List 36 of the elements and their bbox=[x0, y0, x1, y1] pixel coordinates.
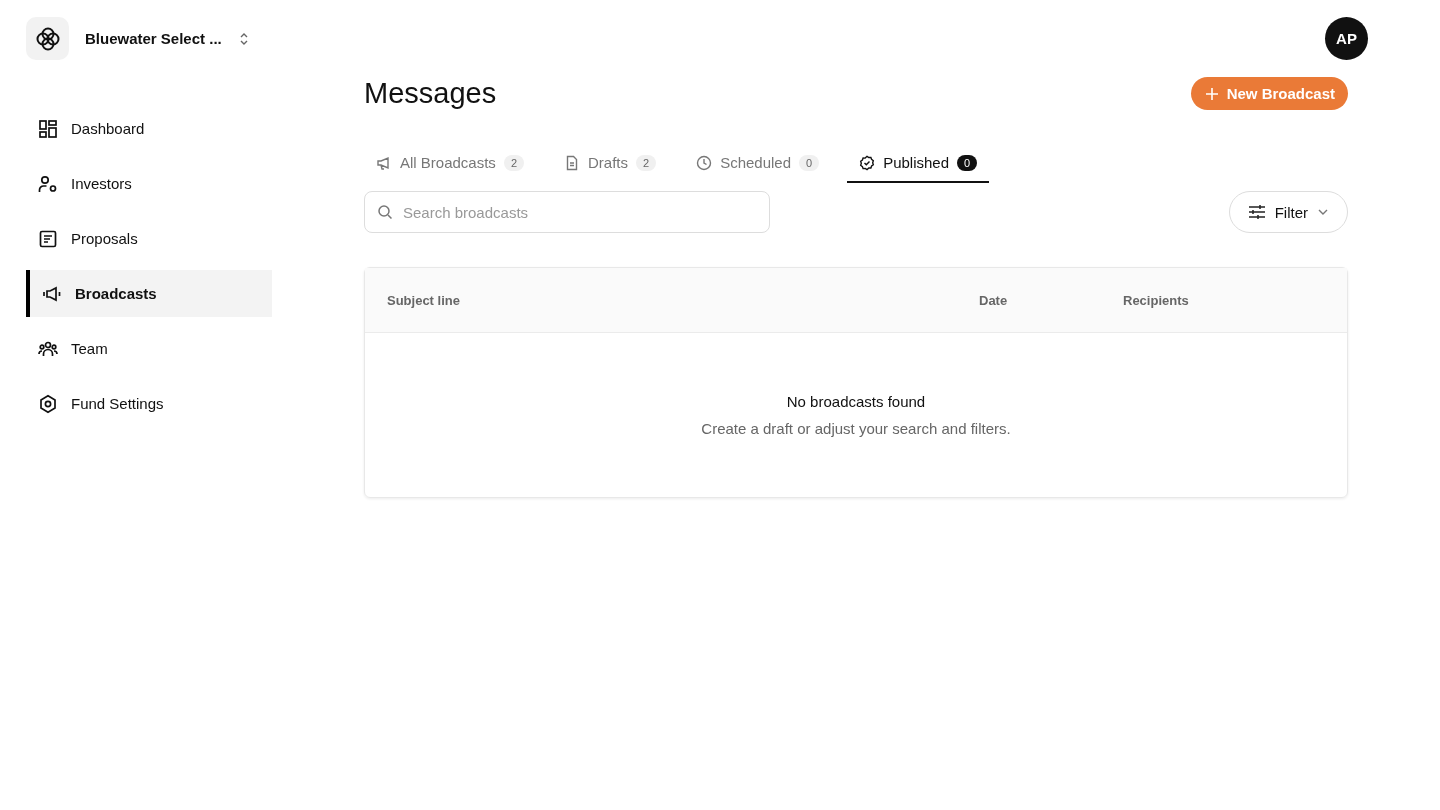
column-header: Recipients bbox=[1123, 292, 1190, 308]
chevron-down-icon bbox=[1317, 208, 1329, 216]
sidebar-item[interactable]: Investors bbox=[22, 160, 272, 207]
sidebar-item[interactable]: Proposals bbox=[22, 215, 272, 262]
count-badge: 2 bbox=[636, 154, 657, 171]
sidebar-item[interactable]: Dashboard bbox=[22, 105, 272, 152]
check-badge-icon bbox=[859, 154, 876, 171]
sidebar-item[interactable]: Broadcasts bbox=[26, 270, 272, 317]
tab[interactable]: Drafts 2 bbox=[552, 148, 669, 183]
count-badge: 0 bbox=[799, 154, 820, 171]
empty-message: Create a draft or adjust your search and filters. bbox=[701, 420, 1011, 437]
empty-title: No broadcasts found bbox=[786, 393, 926, 410]
workspace-switcher[interactable]: Bluewater Select ... bbox=[85, 30, 250, 47]
count-badge: 2 bbox=[503, 154, 524, 171]
document-icon bbox=[564, 154, 580, 171]
page-title: Messages bbox=[364, 77, 497, 110]
count-badge: 0 bbox=[957, 154, 978, 171]
sliders-icon bbox=[1247, 204, 1266, 220]
tab[interactable]: Scheduled 0 bbox=[684, 148, 832, 183]
sidebar-item[interactable]: Fund Settings bbox=[22, 380, 272, 427]
plus-icon bbox=[1204, 86, 1219, 101]
column-header: Date bbox=[979, 292, 1009, 308]
grid-icon bbox=[38, 118, 58, 139]
user-avatar[interactable]: AP bbox=[1325, 17, 1368, 60]
filter-button[interactable]: Filter bbox=[1228, 191, 1348, 233]
sidebar-item[interactable]: Team bbox=[22, 325, 272, 372]
settings-icon bbox=[38, 393, 58, 414]
clock-icon bbox=[696, 154, 713, 171]
search-icon bbox=[377, 204, 393, 220]
tab[interactable]: All Broadcasts 2 bbox=[364, 148, 536, 183]
megaphone-icon bbox=[376, 154, 392, 171]
document-icon bbox=[38, 228, 58, 249]
search-field[interactable]: Search broadcasts bbox=[364, 191, 770, 233]
logo bbox=[26, 17, 69, 60]
column-header: Subject line bbox=[387, 292, 461, 308]
tab[interactable]: Published 0 bbox=[847, 148, 990, 183]
